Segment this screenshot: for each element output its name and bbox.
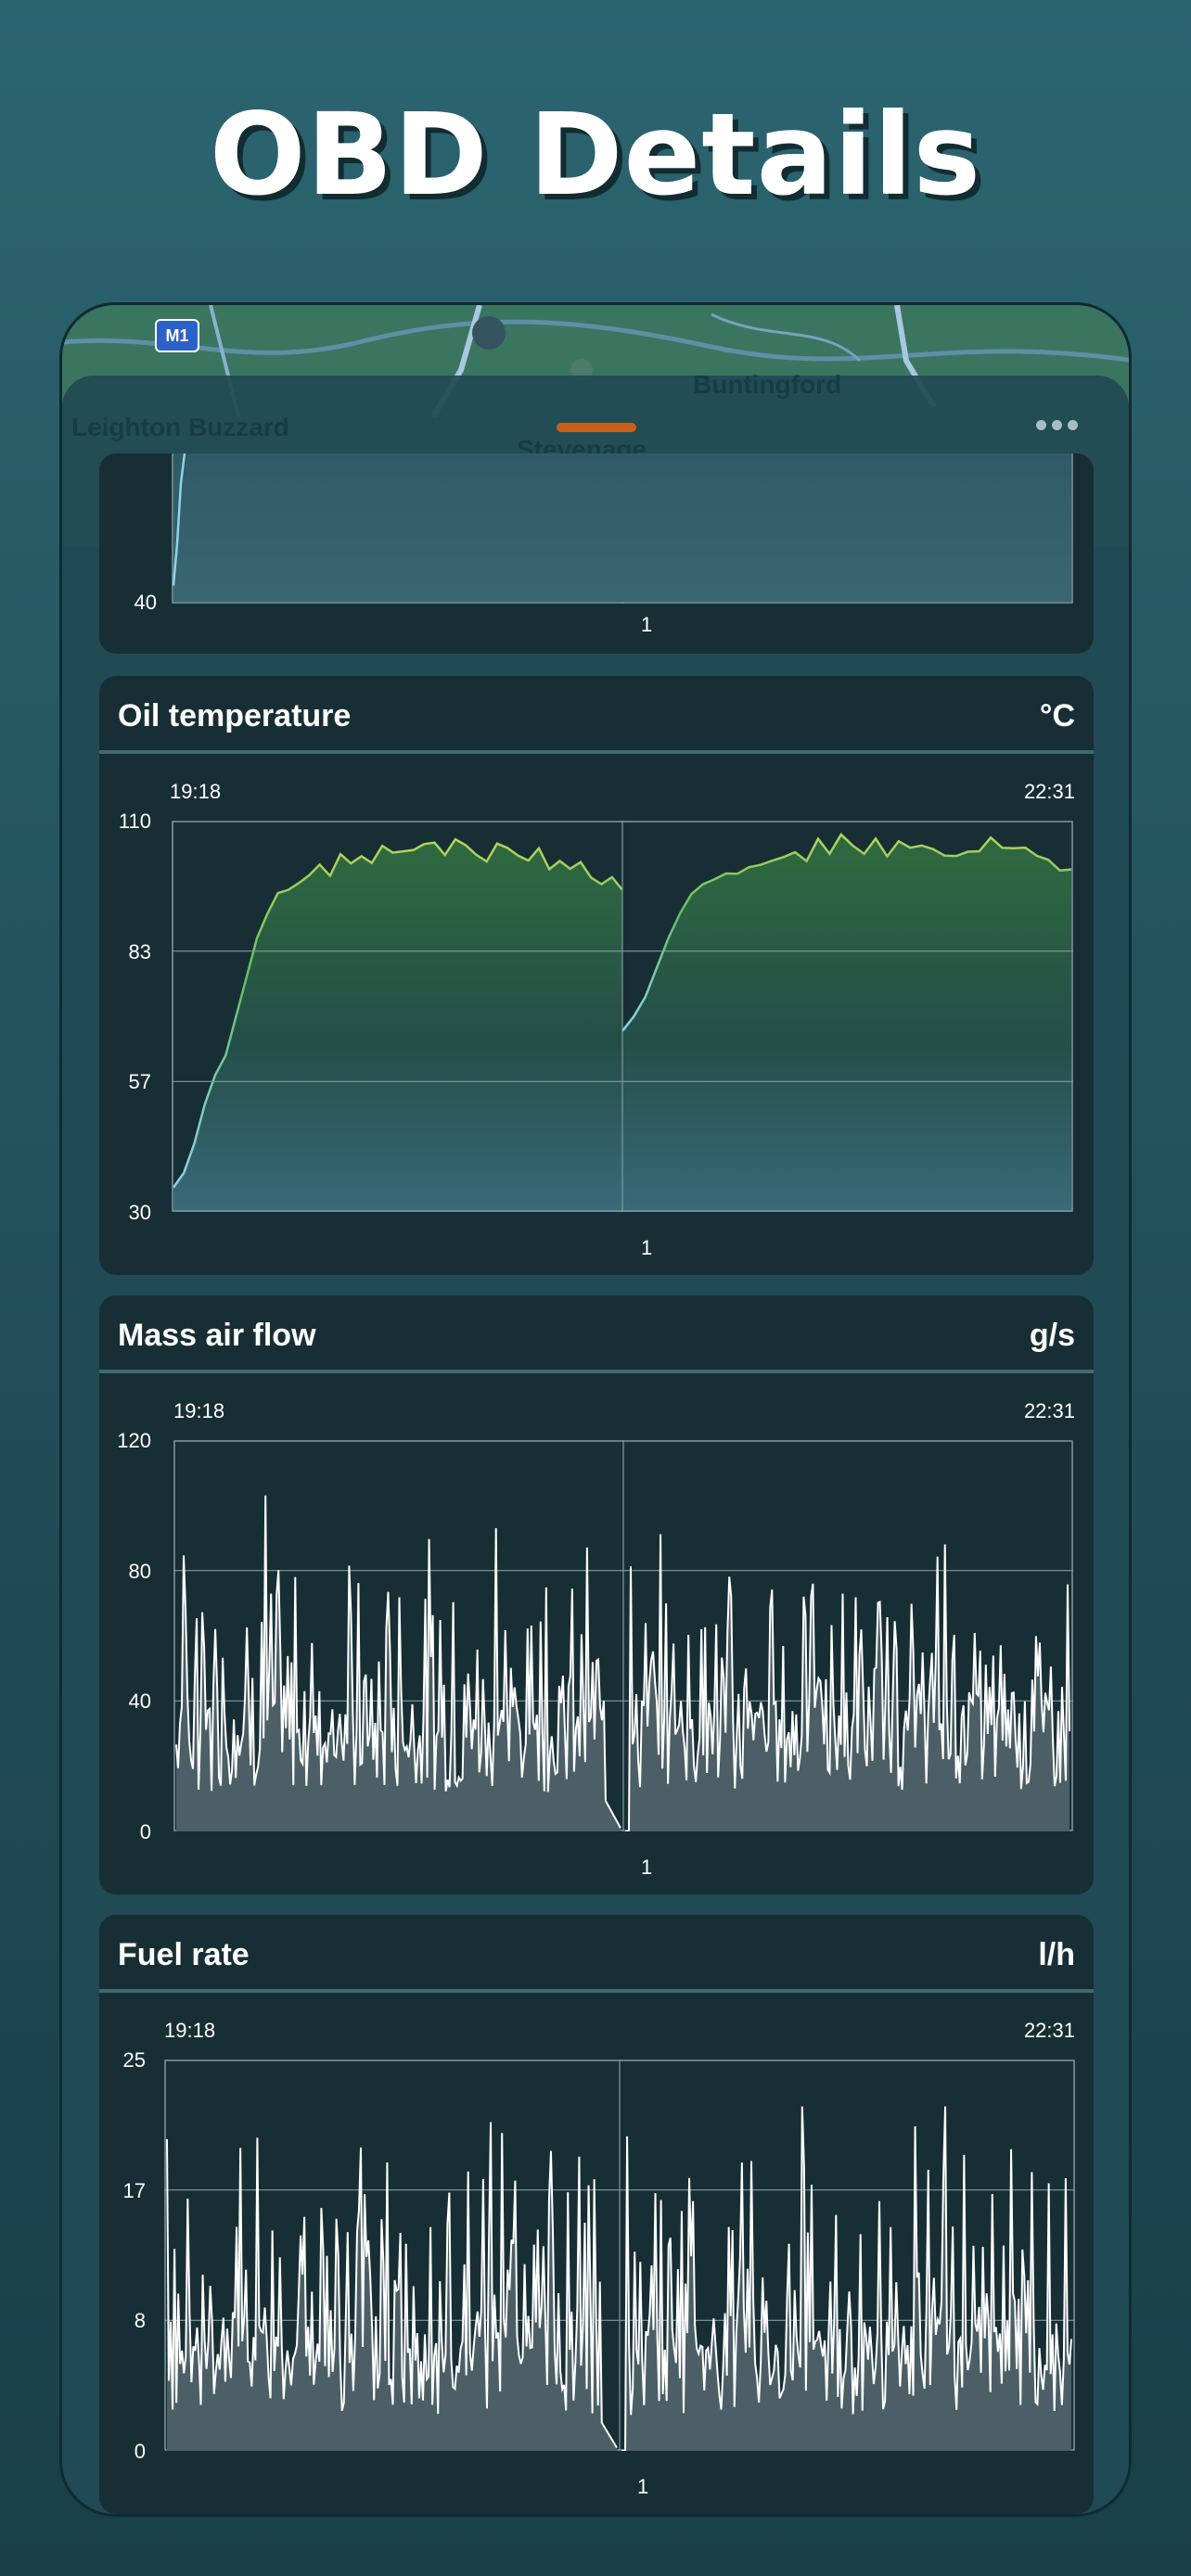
end-time: 22:31 (1023, 2019, 1075, 2042)
area-fill (625, 1534, 1069, 1831)
mass-air-flow-plot (173, 1440, 1073, 1831)
card-header: Fuel rate l/h (99, 1915, 1094, 1993)
y-tick-label: 30 (128, 1201, 151, 1224)
sheet-drag-handle[interactable] (557, 423, 636, 432)
y-tick-label: 17 (122, 2179, 146, 2202)
x-tick-label: 1 (641, 1236, 653, 1259)
card-title: Oil temperature (118, 698, 352, 733)
y-tick-label: 8 (134, 2309, 146, 2332)
motorway-badge: M1 (155, 319, 199, 352)
area-fill (173, 453, 1071, 602)
x-tick-label: 1 (637, 2475, 649, 2498)
chart-plot (172, 453, 1073, 604)
start-time: 19:18 (164, 2019, 216, 2042)
card-unit: g/s (1029, 1318, 1075, 1353)
oil-temperature-card: Oil temperature °C 19:18 22:31 110 83 57… (99, 676, 1094, 1275)
y-tick-label: 83 (128, 940, 151, 963)
map-place-label: Leighton Buzzard (71, 413, 289, 441)
y-tick-label: 25 (122, 2048, 146, 2072)
card-header: Mass air flow g/s (99, 1295, 1094, 1373)
page-title: OBD Details (209, 89, 982, 221)
start-time: 19:18 (170, 780, 222, 803)
area-fill (173, 839, 622, 1212)
y-tick-label: 57 (128, 1070, 151, 1093)
mass-air-flow-card: Mass air flow g/s 19:18 22:31 120 80 40 … (99, 1295, 1094, 1894)
y-tick-label: 120 (117, 1429, 151, 1452)
y-tick-label: 40 (128, 1690, 151, 1713)
oil-temperature-plot (172, 821, 1073, 1212)
y-tick-label: 110 (118, 810, 151, 833)
area-fill (622, 835, 1071, 1212)
x-tick-label: 1 (641, 613, 653, 636)
y-tick-label: 0 (139, 1820, 151, 1843)
end-time: 22:31 (1023, 1399, 1075, 1422)
start-time: 19:18 (173, 1399, 225, 1422)
card-unit: °C (1039, 698, 1075, 733)
card-title: Mass air flow (118, 1318, 316, 1353)
x-tick-label: 1 (641, 1855, 653, 1879)
fuel-rate-plot (164, 2060, 1075, 2451)
end-time: 22:31 (1023, 780, 1075, 803)
map-place-label: Buntingford (693, 370, 842, 399)
card-unit: l/h (1038, 1937, 1075, 1972)
more-horizontal-icon[interactable] (1036, 420, 1081, 435)
fuel-rate-card: Fuel rate l/h 19:18 22:31 25 17 8 0 1 (99, 1915, 1094, 2514)
card-title: Fuel rate (118, 1937, 250, 1972)
chart-card: 40 1 (99, 453, 1094, 654)
card-header: Oil temperature °C (99, 676, 1094, 754)
y-tick-label: 40 (134, 591, 157, 614)
y-tick-label: 80 (128, 1560, 151, 1583)
phone-frame: M1 Leighton Buzzard Stevenage Buntingfor… (59, 302, 1132, 2517)
y-tick-label: 0 (134, 2440, 146, 2463)
